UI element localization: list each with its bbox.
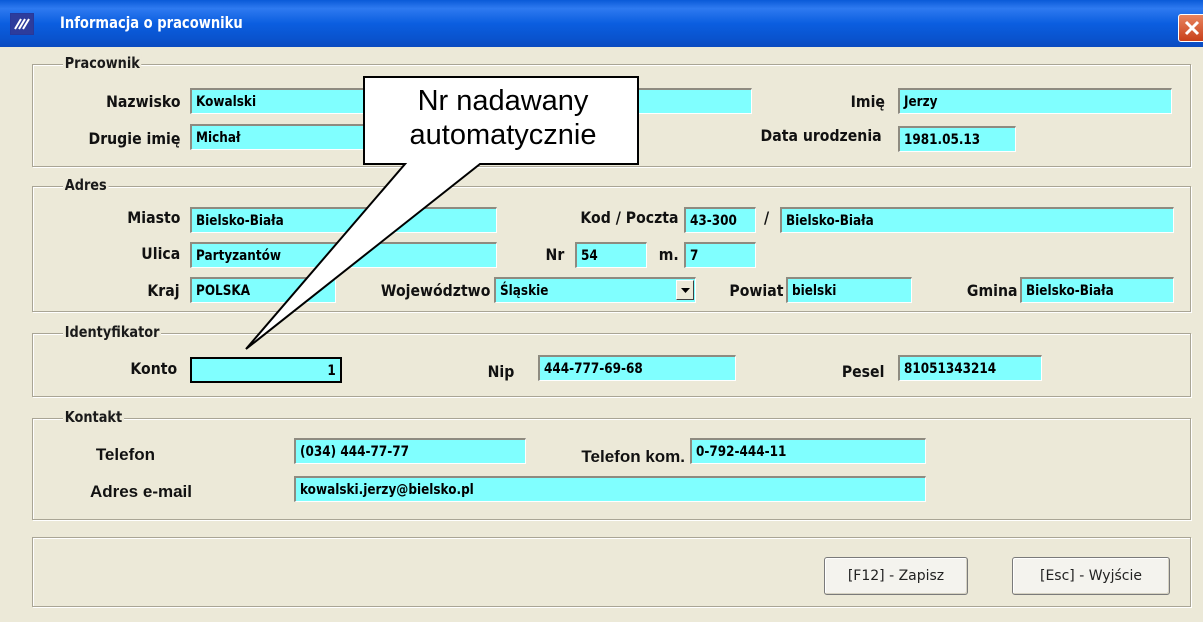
callout-text: Nr nadawany automatycznie [368,84,638,152]
callout-line-1: Nr nadawany [417,85,589,117]
employee-info-window: Informacja o pracowniku Pracownik Nazwis… [0,0,1203,622]
callout-line-2: automatycznie [409,119,597,151]
